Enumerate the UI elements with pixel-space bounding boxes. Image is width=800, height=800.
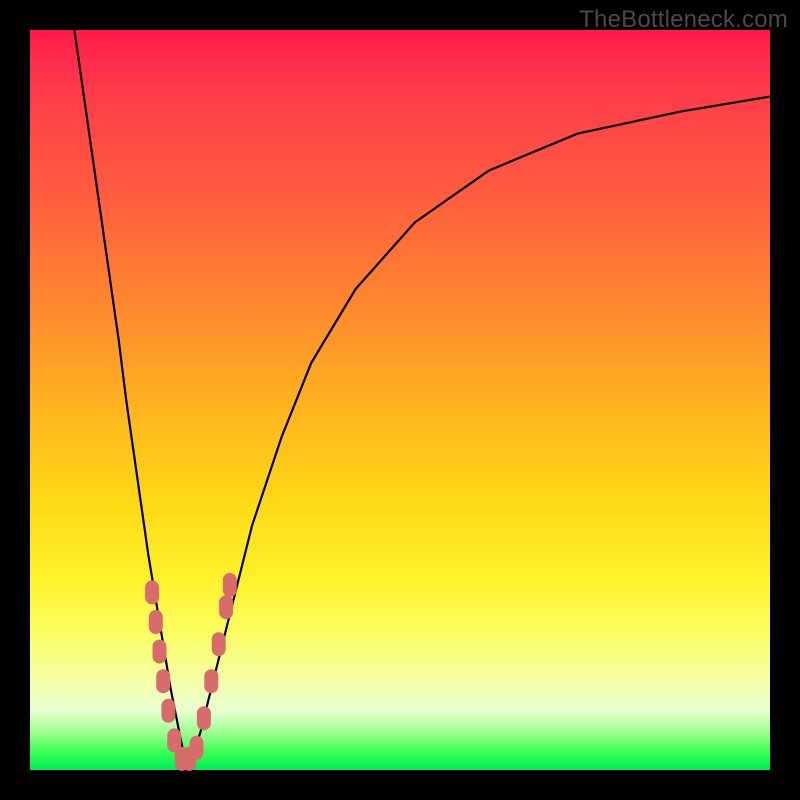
data-marker bbox=[149, 610, 163, 634]
data-marker bbox=[161, 699, 175, 723]
marker-layer bbox=[145, 573, 237, 771]
plot-area bbox=[30, 30, 770, 770]
data-marker bbox=[204, 669, 218, 693]
chart-frame: TheBottleneck.com bbox=[0, 0, 800, 800]
watermark-text: TheBottleneck.com bbox=[579, 6, 788, 34]
curve-layer bbox=[30, 30, 770, 770]
curve-left-branch bbox=[74, 30, 185, 763]
data-marker bbox=[145, 580, 159, 604]
data-marker bbox=[197, 706, 211, 730]
data-marker bbox=[153, 640, 167, 664]
data-marker bbox=[156, 669, 170, 693]
data-marker bbox=[219, 595, 233, 619]
data-marker bbox=[190, 736, 204, 760]
data-marker bbox=[212, 632, 226, 656]
curve-right-branch bbox=[185, 97, 770, 763]
data-marker bbox=[223, 573, 237, 597]
